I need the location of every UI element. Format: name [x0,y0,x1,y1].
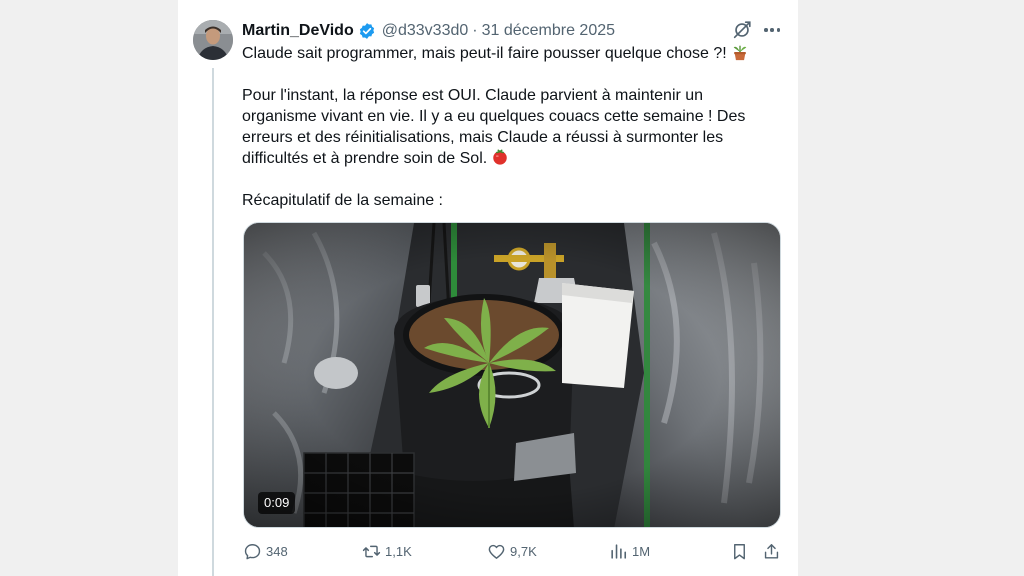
reply-icon [244,543,261,559]
like-count: 9,7K [510,543,537,559]
share-icon [764,543,779,559]
tomato-icon [493,149,507,165]
avatar[interactable] [193,20,233,60]
retweet-count: 1,1K [385,543,412,559]
tweet-text: Claude sait programmer, mais peut-il fai… [242,43,782,211]
handle[interactable]: @d33v33d0 [382,22,469,40]
verified-badge-icon [359,23,374,39]
video-player[interactable] [243,222,781,528]
retweet-button[interactable]: 1,1K [362,540,412,562]
view-count: 1M [632,543,651,559]
display-name[interactable]: Martin_DeVido [242,22,354,40]
tweet-line-1: Claude sait programmer, mais peut-il fai… [242,45,727,62]
share-button[interactable] [762,540,785,562]
separator-dot: · [472,22,478,39]
reply-button[interactable]: 348 [243,540,288,562]
thread-line [212,68,214,576]
bookmark-icon [734,543,745,559]
video-thumbnail [244,223,780,527]
post-date[interactable]: 31 décembre 2025 [482,22,615,40]
grok-icon[interactable] [731,19,753,41]
heart-icon [488,544,505,559]
views-button[interactable]: 1M [609,540,650,562]
views-chart-icon [611,543,627,559]
potted-plant-icon [733,45,747,61]
like-button[interactable]: 9,7K [487,540,537,562]
tweet-line-3: Récapitulatif de la semaine : [242,192,443,209]
video-duration: 0:09 [258,492,296,514]
reply-count: 348 [266,543,288,559]
tweet-header: Martin_DeVido @d33v33d0 · 31 décembre 20… [242,20,615,42]
retweet-icon [362,545,381,557]
bookmark-button[interactable] [730,540,753,562]
more-options-icon[interactable] [762,20,782,40]
